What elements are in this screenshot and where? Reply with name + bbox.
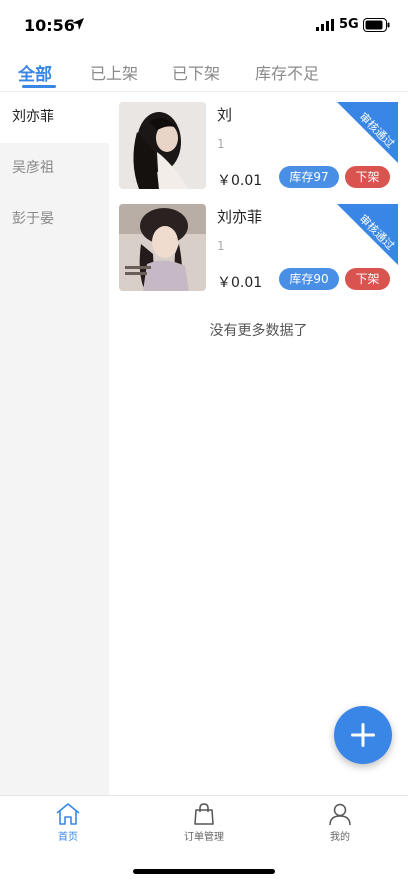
approval-ribbon: 审核通过 (337, 102, 398, 163)
list-end-message: 没有更多数据了 (209, 323, 308, 339)
stock-badge[interactable]: 库存97 (279, 166, 339, 188)
nav-orders[interactable]: 订单管理 (164, 802, 244, 848)
tab-all[interactable]: 全部 (18, 60, 52, 85)
delist-button[interactable]: 下架 (345, 166, 390, 188)
product-name: 刘 (217, 106, 233, 124)
sidebar-item-peng-yuyan[interactable]: 彭于晏 (0, 194, 109, 245)
shopping-bag-icon (194, 803, 214, 825)
user-icon (329, 803, 351, 826)
product-subtitle: 1 (217, 239, 225, 253)
product-list: 刘 1 ￥0.01 库存97 下架 审核通过 刘亦菲 1 ￥0.01 库存90 … (109, 92, 408, 795)
product-card[interactable]: 刘 1 ￥0.01 库存97 下架 审核通过 (109, 92, 408, 192)
product-price: ￥0.01 (217, 275, 263, 291)
tab-active-indicator (22, 85, 56, 88)
product-name: 刘亦菲 (217, 208, 263, 226)
plus-icon (351, 723, 375, 747)
signal-icon (316, 19, 334, 31)
nav-profile[interactable]: 我的 (300, 802, 380, 848)
category-sidebar: 刘亦菲 吴彦祖 彭于晏 (0, 92, 109, 795)
nav-home[interactable]: 首页 (28, 802, 108, 848)
add-product-button[interactable] (334, 706, 392, 764)
nav-orders-label: 订单管理 (184, 832, 224, 843)
product-card[interactable]: 刘亦菲 1 ￥0.01 库存90 下架 审核通过 (109, 194, 408, 294)
tab-delisted[interactable]: 已下架 (172, 60, 220, 84)
delist-button[interactable]: 下架 (345, 268, 390, 290)
bottom-nav: 首页 订单管理 我的 (0, 795, 408, 883)
product-image (119, 204, 206, 291)
tab-low-stock[interactable]: 库存不足 (255, 60, 319, 84)
filter-tabs: 全部 已上架 已下架 库存不足 (0, 52, 408, 92)
stock-badge[interactable]: 库存90 (279, 268, 339, 290)
approval-ribbon: 审核通过 (337, 204, 398, 265)
battery-icon (363, 18, 390, 32)
nav-profile-label: 我的 (330, 832, 350, 843)
network-label: 5G (339, 17, 359, 32)
nav-home-label: 首页 (58, 832, 78, 843)
product-image (119, 102, 206, 189)
product-price: ￥0.01 (217, 173, 263, 189)
tab-listed[interactable]: 已上架 (90, 60, 138, 84)
location-arrow-icon (72, 18, 84, 30)
sidebar-item-liu-yifei[interactable]: 刘亦菲 (0, 92, 109, 143)
product-subtitle: 1 (217, 137, 225, 151)
home-icon (56, 803, 80, 825)
status-time: 10:56 (24, 16, 75, 35)
home-indicator (133, 869, 275, 874)
sidebar-item-wu-yanzu[interactable]: 吴彦祖 (0, 143, 109, 194)
status-bar: 10:56 5G (0, 0, 408, 50)
